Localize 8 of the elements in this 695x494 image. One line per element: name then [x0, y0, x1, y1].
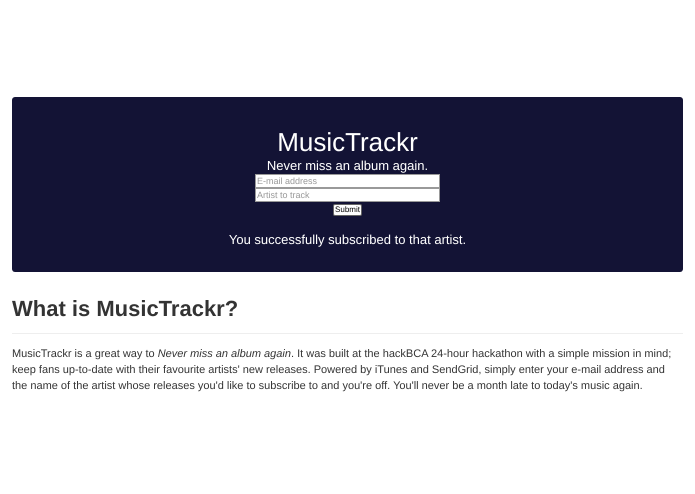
tagline: Never miss an album again. [266, 158, 428, 174]
description-paragraph: MusicTrackr is a great way to Never miss an album again. It was built at the hackBCA 24-hour hackathon with a simple mission in mind; keep fans up-to-date with their favourite artists' new releases. Powered by iTunes and SendGrid, simply enter your e-mail address and the name of the artist whose releases you'd like to subscribe to and you're off. You'll never be a month late to today's music again. [12, 347, 672, 394]
site-title: MusicTrackr [277, 127, 418, 157]
submit-button[interactable]: Submit [333, 204, 362, 216]
input-field[interactable]: Artist to track [255, 188, 440, 202]
success-message: You successfully subscribed to that artist. [228, 231, 466, 249]
input-field[interactable]: E-mail address [255, 174, 440, 188]
section-heading: What is MusicTrackr? [12, 295, 240, 323]
